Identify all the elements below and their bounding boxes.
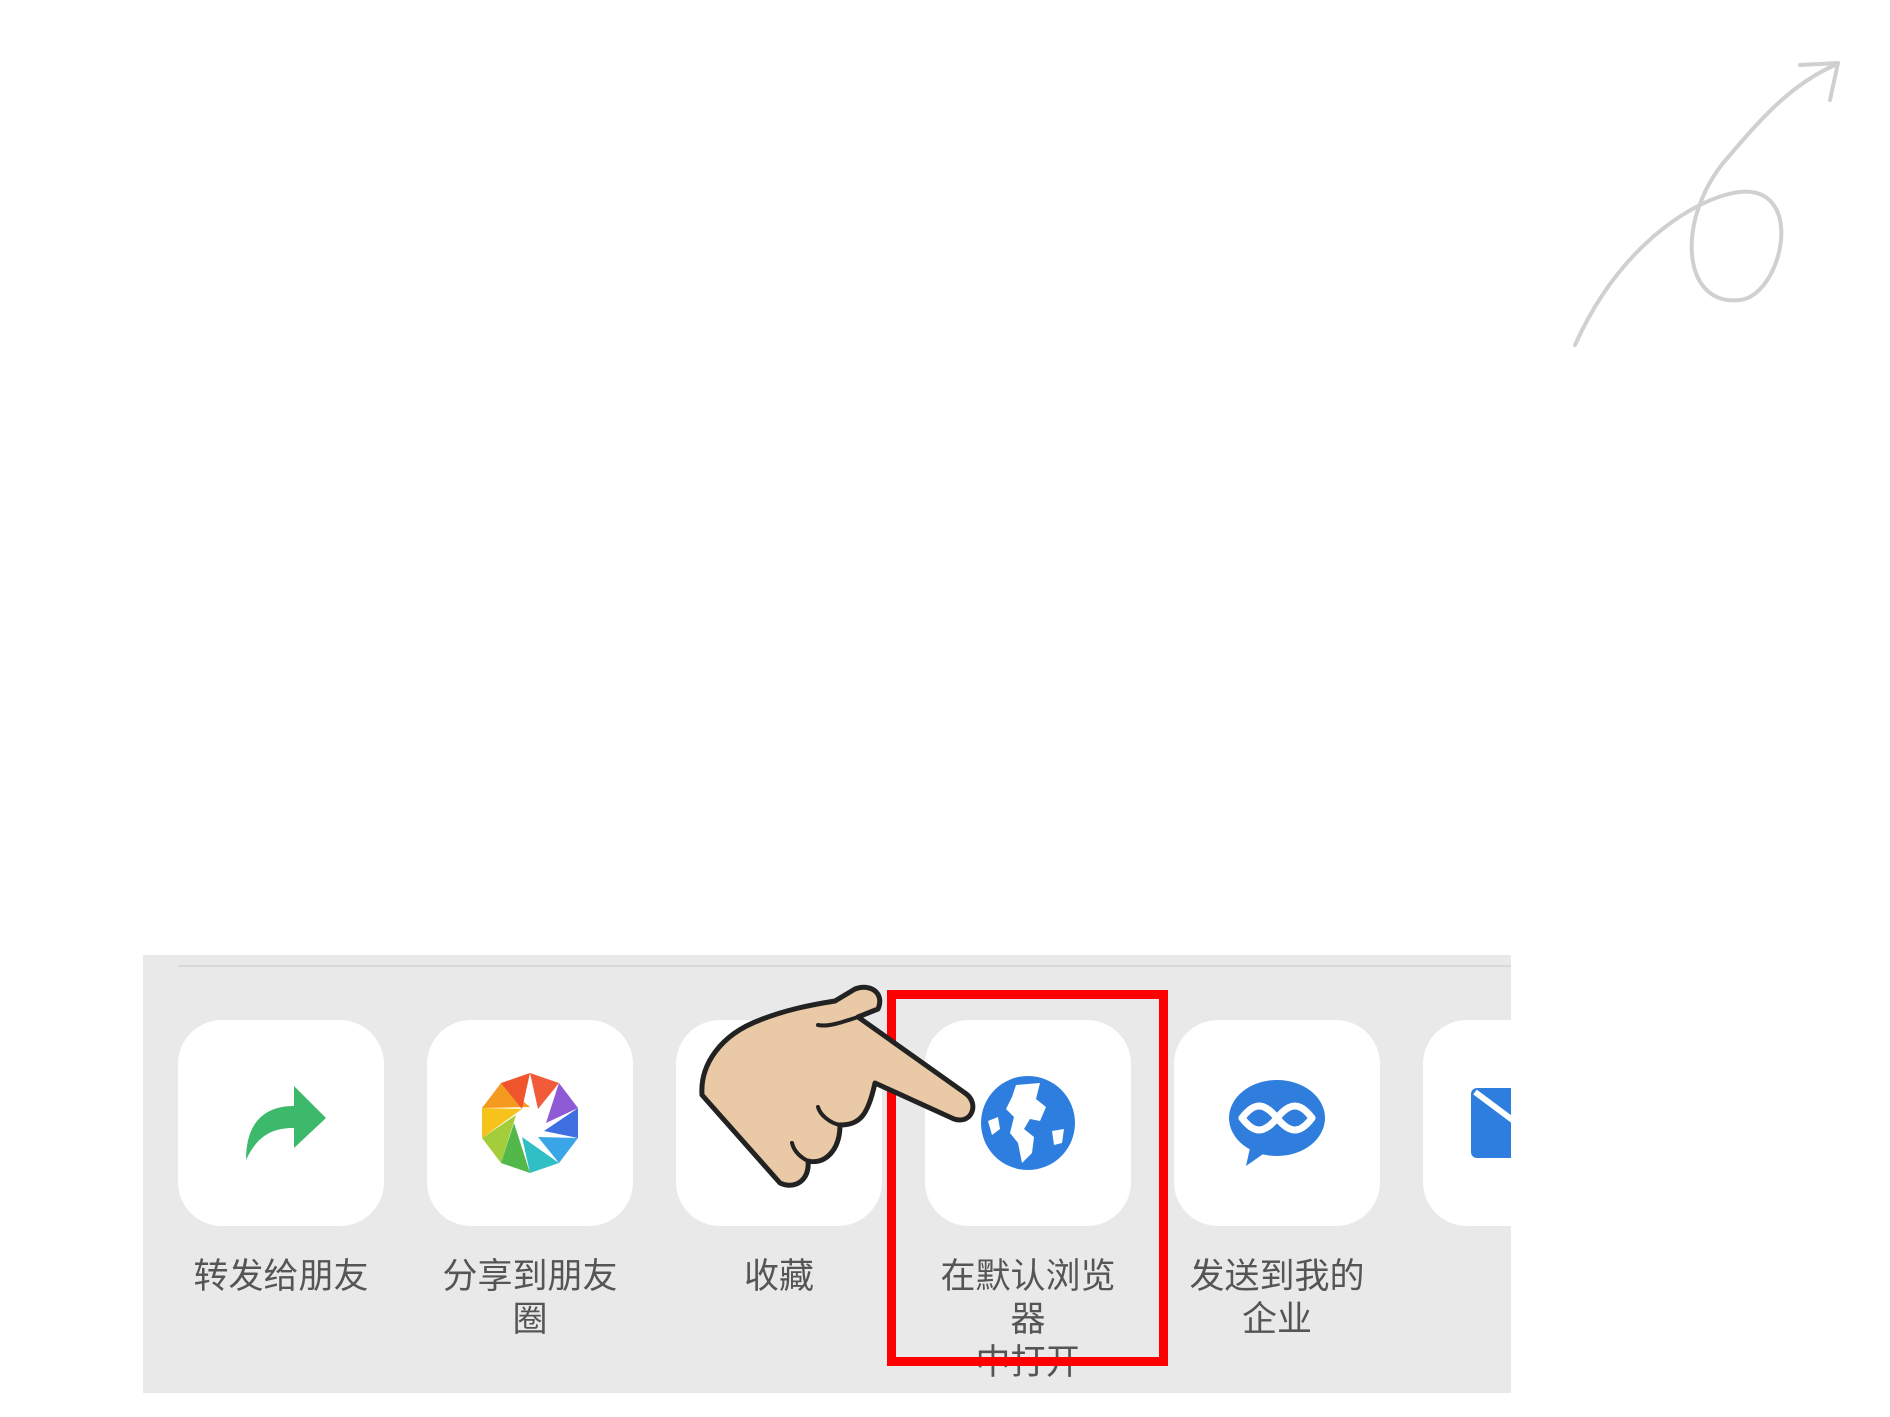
icon-tile (1174, 1020, 1380, 1226)
share-item-label: 收藏 (743, 1257, 814, 1297)
share-item-label: 发送到我的 企业 (1189, 1257, 1365, 1340)
mail-icon (1471, 1088, 1511, 1158)
moments-aperture-icon (482, 1073, 578, 1173)
share-item-share-to-moments[interactable]: 分享到朋友圈 (427, 1020, 633, 1342)
share-item-send-to-enterprise[interactable]: 发送到我的 企业 (1174, 1020, 1380, 1342)
icon-tile (427, 1020, 633, 1226)
share-item-label: 转发给朋友 (193, 1257, 369, 1297)
pointing-hand-icon (699, 984, 976, 1188)
share-item-mail[interactable]: 邮 (1423, 1020, 1511, 1299)
icon-tile (1423, 1020, 1511, 1226)
icon-tile (178, 1020, 384, 1226)
forward-arrow-icon (246, 1086, 326, 1160)
share-item-forward-to-friend[interactable]: 转发给朋友 (178, 1020, 384, 1299)
decorative-swirl-arrow-icon (1573, 61, 1840, 347)
share-item-label: 邮 (1423, 1256, 1511, 1299)
share-item-label: 分享到朋友圈 (442, 1257, 618, 1340)
sheet-divider (178, 965, 1511, 967)
tutorial-page: 转发给朋友 分享到朋友圈 收藏 在默认浏览器 中打开 发送到我的 企业 (0, 0, 1890, 1417)
wecom-chat-icon (1229, 1080, 1325, 1166)
